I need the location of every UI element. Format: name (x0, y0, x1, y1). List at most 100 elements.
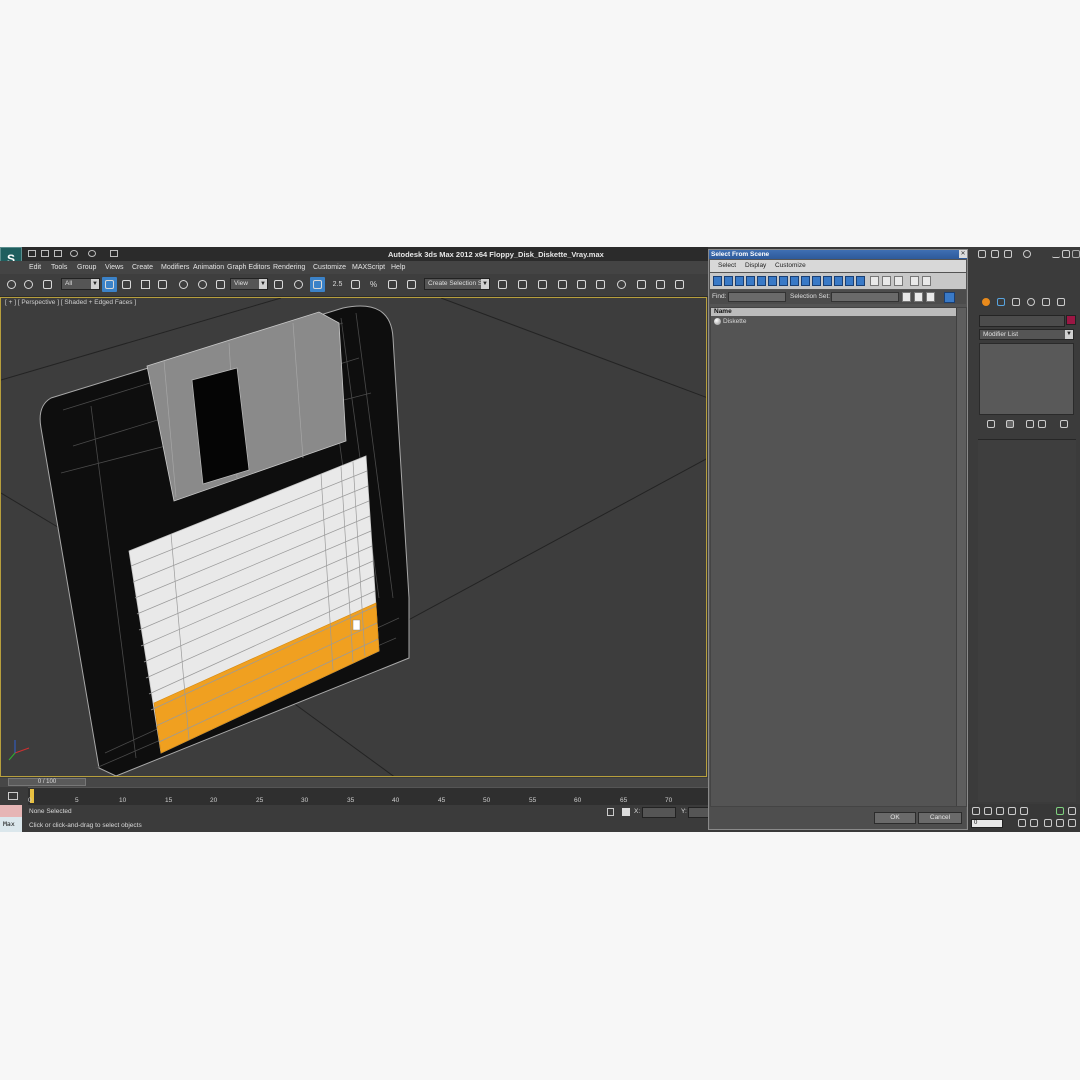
pin-stack-icon[interactable] (987, 420, 995, 428)
menu-modifiers[interactable]: Modifiers (161, 264, 189, 271)
new-file-icon[interactable] (28, 250, 36, 257)
previous-frame-icon[interactable] (984, 807, 992, 815)
open-file-icon[interactable] (41, 250, 49, 257)
utilities-tab-icon[interactable] (1057, 298, 1065, 306)
select-invert-icon[interactable] (894, 276, 903, 286)
unlink-icon[interactable] (21, 277, 36, 292)
curve-editor-icon[interactable] (574, 277, 589, 292)
object-name-field[interactable] (979, 315, 1065, 327)
communication-center-icon[interactable] (991, 250, 999, 258)
configure-modifier-sets-icon[interactable] (1060, 420, 1068, 428)
display-cameras-icon[interactable] (746, 276, 755, 286)
schematic-view-icon[interactable] (593, 277, 608, 292)
project-folder-icon[interactable] (110, 250, 118, 257)
menu-group[interactable]: Group (77, 264, 96, 271)
selection-set-icon-2[interactable] (914, 292, 923, 302)
maxscript-listener-mini[interactable]: Max (0, 805, 22, 832)
sync-selection-icon[interactable] (944, 292, 955, 303)
zoom-extents-all-icon[interactable] (1056, 807, 1064, 815)
save-file-icon[interactable] (54, 250, 62, 257)
display-hidden-icon[interactable] (834, 276, 843, 286)
edit-named-selection-icon[interactable] (404, 277, 419, 292)
mirror-icon[interactable] (495, 277, 510, 292)
reference-coordinate-dropdown[interactable]: View ▼ (230, 278, 268, 290)
display-shapes-icon[interactable] (724, 276, 733, 286)
display-helpers-icon[interactable] (757, 276, 766, 286)
menu-help[interactable]: Help (391, 264, 405, 271)
display-geometry-icon[interactable] (713, 276, 722, 286)
track-bar-mini-curve-icon[interactable] (0, 787, 28, 805)
show-end-result-icon[interactable] (1006, 420, 1014, 428)
menu-tools[interactable]: Tools (51, 264, 67, 271)
menu-maxscript[interactable]: MAXScript (352, 264, 385, 271)
modifier-list-dropdown[interactable]: Modifier List ▼ (979, 329, 1074, 340)
select-object-icon[interactable] (102, 277, 117, 292)
selection-lock-icon[interactable] (607, 808, 614, 816)
material-editor-icon[interactable] (614, 277, 629, 292)
display-all-icon[interactable] (845, 276, 854, 286)
display-none-icon[interactable] (856, 276, 865, 286)
select-all-icon[interactable] (870, 276, 879, 286)
dialog-title[interactable]: Select From Scene (709, 250, 967, 259)
cancel-button[interactable]: Cancel (918, 812, 962, 824)
time-configuration-icon[interactable] (1030, 819, 1038, 827)
display-space-warps-icon[interactable] (768, 276, 777, 286)
selection-set-icon-1[interactable] (902, 292, 911, 302)
restore-icon[interactable] (1062, 250, 1070, 258)
display-containers-icon[interactable] (812, 276, 821, 286)
selection-set-icon-3[interactable] (926, 292, 935, 302)
ok-button[interactable]: OK (874, 812, 916, 824)
rendered-frame-window-icon[interactable] (653, 277, 668, 292)
redo-icon[interactable] (88, 250, 96, 257)
scale-icon[interactable] (213, 277, 228, 292)
current-frame-spinner[interactable]: 0 (971, 819, 1003, 828)
selection-set-dropdown[interactable] (831, 292, 899, 302)
graphite-ribbon-icon[interactable] (555, 277, 570, 292)
undo-icon[interactable] (70, 250, 78, 257)
floppy-disk-model[interactable] (39, 305, 410, 776)
menu-animation[interactable]: Animation (193, 264, 224, 271)
maximize-viewport-icon[interactable] (1068, 807, 1076, 815)
snaps-toggle[interactable]: 2.5 (330, 277, 345, 292)
selection-filter-dropdown[interactable]: All ▼ (61, 278, 100, 290)
display-xrefs-icon[interactable] (790, 276, 799, 286)
layer-manager-icon[interactable] (535, 277, 550, 292)
display-lights-icon[interactable] (735, 276, 744, 286)
zoom-icon[interactable] (1044, 819, 1052, 827)
track-bar[interactable]: 0 5 10 15 20 25 30 35 40 45 50 55 60 65 … (28, 787, 708, 806)
absolute-mode-icon[interactable] (622, 808, 630, 816)
key-mode-icon[interactable] (1018, 819, 1026, 827)
display-tab-icon[interactable] (1042, 298, 1050, 306)
next-frame-icon[interactable] (1008, 807, 1016, 815)
spinner-snap-icon[interactable] (385, 277, 400, 292)
bind-space-warp-icon[interactable] (40, 277, 55, 292)
dialog-menu-select[interactable]: Select (718, 262, 736, 269)
dialog-menu-display[interactable]: Display (745, 262, 766, 269)
pan-icon[interactable] (1068, 819, 1076, 827)
find-input[interactable] (728, 292, 786, 302)
modifier-stack[interactable] (979, 343, 1074, 415)
keyboard-shortcut-override-icon[interactable] (310, 277, 325, 292)
perspective-viewport[interactable]: [ + ] [ Perspective ] [ Shaded + Edged F… (0, 297, 707, 777)
close-window-icon[interactable] (1072, 250, 1080, 258)
list-scrollbar[interactable] (956, 308, 966, 806)
angle-snap-icon[interactable] (348, 277, 363, 292)
time-slider[interactable]: 0 / 100 (0, 778, 708, 787)
select-none-icon[interactable] (882, 276, 891, 286)
menu-customize[interactable]: Customize (313, 264, 346, 271)
modify-tab-icon[interactable] (997, 298, 1005, 306)
scene-object-list[interactable]: Name Diskette (710, 307, 967, 807)
y-coordinate-field[interactable] (688, 807, 710, 818)
menu-create[interactable]: Create (132, 264, 153, 271)
link-icon[interactable] (4, 277, 19, 292)
pivot-center-icon[interactable] (271, 277, 286, 292)
menu-graph-editors[interactable]: Graph Editors (227, 264, 270, 271)
favorites-star-icon[interactable] (1004, 250, 1012, 258)
orbit-icon[interactable] (1056, 819, 1064, 827)
search-icon[interactable] (978, 250, 986, 258)
menu-views[interactable]: Views (105, 264, 124, 271)
display-bones-icon[interactable] (801, 276, 810, 286)
play-icon[interactable] (996, 807, 1004, 815)
move-icon[interactable] (176, 277, 191, 292)
filter-options-icon[interactable] (922, 276, 931, 286)
